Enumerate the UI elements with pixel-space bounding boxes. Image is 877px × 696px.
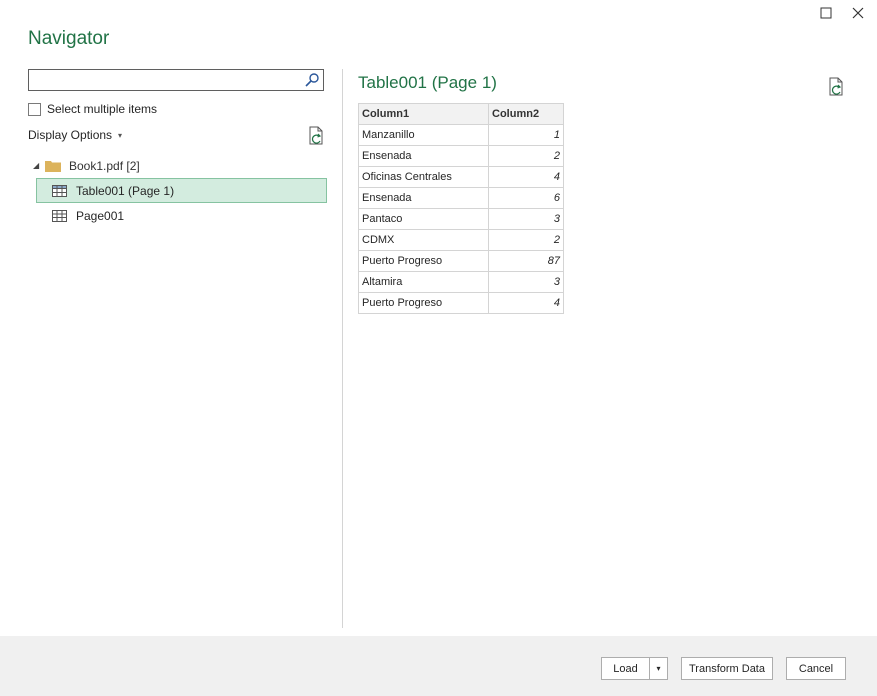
- table-row: CDMX 2: [358, 229, 564, 251]
- table-row: Ensenada 2: [358, 145, 564, 167]
- tree-item-table001[interactable]: Table001 (Page 1): [36, 178, 327, 203]
- load-dropdown-button[interactable]: ▾: [649, 657, 668, 680]
- window-controls: [817, 4, 867, 22]
- search-field[interactable]: [28, 69, 324, 91]
- preview-title: Table001 (Page 1): [358, 73, 497, 92]
- table-cell: Puerto Progreso: [358, 250, 489, 272]
- table-cell: 3: [488, 271, 564, 293]
- maximize-icon[interactable]: [817, 4, 835, 22]
- table-cell: Oficinas Centrales: [358, 166, 489, 188]
- tree-root-label: Book1.pdf [2]: [69, 158, 140, 173]
- table-cell: Puerto Progreso: [358, 292, 489, 314]
- cancel-button[interactable]: Cancel: [786, 657, 846, 680]
- close-icon[interactable]: [849, 4, 867, 22]
- table-cell: 4: [488, 166, 564, 188]
- table-row: Puerto Progreso 87: [358, 250, 564, 272]
- preview-table: Column1 Column2 Manzanillo 1 Ensenada 2 Of…: [358, 103, 564, 314]
- table-cell: CDMX: [358, 229, 489, 251]
- select-multiple-checkbox[interactable]: [28, 102, 41, 116]
- table-row: Oficinas Centrales 4: [358, 166, 564, 188]
- table-row: Pantaco 3: [358, 208, 564, 230]
- search-icon[interactable]: [304, 72, 320, 88]
- table-cell: Altamira: [358, 271, 489, 293]
- table-cell: 87: [488, 250, 564, 272]
- table-cell: 2: [488, 145, 564, 167]
- table-row: Ensenada 6: [358, 187, 564, 209]
- page-title: Navigator: [28, 28, 110, 49]
- tree-root-book1[interactable]: ◢ Book1.pdf [2]: [28, 153, 327, 178]
- table-row: Manzanillo 1: [358, 124, 564, 146]
- table-row: Altamira 3: [358, 271, 564, 293]
- table-cell: 4: [488, 292, 564, 314]
- column-header[interactable]: Column2: [488, 103, 564, 125]
- select-multiple-label: Select multiple items: [47, 102, 158, 116]
- navigator-tree: ◢ Book1.pdf [2] Table001 (Page 1) Page00…: [28, 153, 327, 228]
- column-header[interactable]: Column1: [358, 103, 489, 125]
- load-button[interactable]: Load: [601, 657, 650, 680]
- display-options-dropdown[interactable]: Display Options ▾: [28, 128, 122, 142]
- table-cell: Manzanillo: [358, 124, 489, 146]
- dialog-footer: Load ▾ Transform Data Cancel: [0, 636, 877, 696]
- table-cell: 6: [488, 187, 564, 209]
- pane-divider[interactable]: [342, 69, 343, 628]
- refresh-icon[interactable]: [308, 126, 326, 146]
- chevron-down-icon: ▾: [118, 130, 123, 140]
- folder-icon: [45, 160, 61, 172]
- search-input[interactable]: [33, 71, 307, 91]
- table-header-row: Column1 Column2: [358, 103, 564, 125]
- tree-item-page001[interactable]: Page001: [28, 203, 327, 228]
- table-cell: 3: [488, 208, 564, 230]
- display-options-label: Display Options: [28, 128, 113, 142]
- table-cell: 2: [488, 229, 564, 251]
- table-cell: Ensenada: [358, 187, 489, 209]
- table-cell: Ensenada: [358, 145, 489, 167]
- preview-refresh-icon[interactable]: [828, 77, 846, 97]
- table-cell: 1: [488, 124, 564, 146]
- table-row: Puerto Progreso 4: [358, 292, 564, 314]
- tree-item-label: Page001: [76, 208, 125, 223]
- table-cell: Pantaco: [358, 208, 489, 230]
- tree-item-label: Table001 (Page 1): [76, 183, 175, 198]
- table-icon: [52, 184, 67, 197]
- transform-data-button[interactable]: Transform Data: [681, 657, 773, 680]
- expand-triangle-icon[interactable]: ◢: [33, 161, 43, 170]
- page-table-icon: [52, 209, 67, 222]
- select-multiple-items[interactable]: Select multiple items: [28, 102, 157, 116]
